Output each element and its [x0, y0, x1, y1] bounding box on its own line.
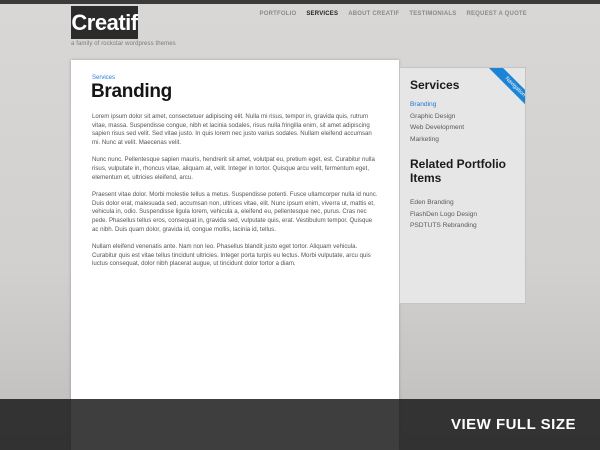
- nav-portfolio[interactable]: PORTFOLIO: [260, 11, 297, 17]
- sidebar: Navigation Services Branding Graphic Des…: [399, 67, 526, 304]
- related-item-flashden-logo-design[interactable]: FlashDen Logo Design: [410, 209, 477, 221]
- navigation-ribbon: Navigation: [479, 68, 525, 123]
- site-logo[interactable]: Creatif: [71, 6, 138, 39]
- nav-about-creatif[interactable]: ABOUT CREATIF: [348, 11, 399, 17]
- related-item-eden-branding[interactable]: Eden Branding: [410, 197, 477, 209]
- paragraph: Nullam eleifend venenatis ante. Nam non …: [92, 243, 371, 268]
- related-item-psdtuts-rebranding[interactable]: PSDTUTS Rebranding: [410, 220, 477, 232]
- sidebar-item-branding[interactable]: Branding: [410, 99, 464, 111]
- paragraph: Nunc nunc. Pellentesque sapien mauris, h…: [92, 156, 375, 181]
- page-title: Branding: [91, 81, 172, 102]
- sidebar-item-web-development[interactable]: Web Development: [410, 122, 464, 134]
- main-nav: PORTFOLIO SERVICES ABOUT CREATIF TESTIMO…: [260, 11, 527, 17]
- services-list: Branding Graphic Design Web Development …: [410, 99, 464, 145]
- related-portfolio-heading: Related Portfolio Items: [410, 157, 507, 185]
- view-full-size-bar[interactable]: VIEW FULL SIZE: [0, 399, 600, 450]
- nav-request-a-quote[interactable]: REQUEST A QUOTE: [466, 11, 527, 17]
- related-portfolio-list: Eden Branding FlashDen Logo Design PSDTU…: [410, 197, 477, 232]
- sidebar-item-marketing[interactable]: Marketing: [410, 134, 464, 146]
- sidebar-item-graphic-design[interactable]: Graphic Design: [410, 111, 464, 123]
- services-heading: Services: [410, 78, 460, 92]
- nav-services[interactable]: SERVICES: [306, 11, 338, 17]
- view-full-size-button[interactable]: VIEW FULL SIZE: [451, 416, 576, 433]
- nav-testimonials[interactable]: TESTIMONIALS: [409, 11, 456, 17]
- site-tagline: a family of rockstar wordpress themes: [71, 41, 176, 47]
- body-text: Lorem ipsum dolor sit amet, consectetuer…: [92, 113, 380, 278]
- content-panel: Services Branding Lorem ipsum dolor sit …: [71, 60, 399, 450]
- paragraph: Praesent vitae dolor. Morbi molestie tel…: [92, 191, 378, 233]
- top-bar: [0, 0, 600, 4]
- paragraph: Lorem ipsum dolor sit amet, consectetuer…: [92, 113, 372, 146]
